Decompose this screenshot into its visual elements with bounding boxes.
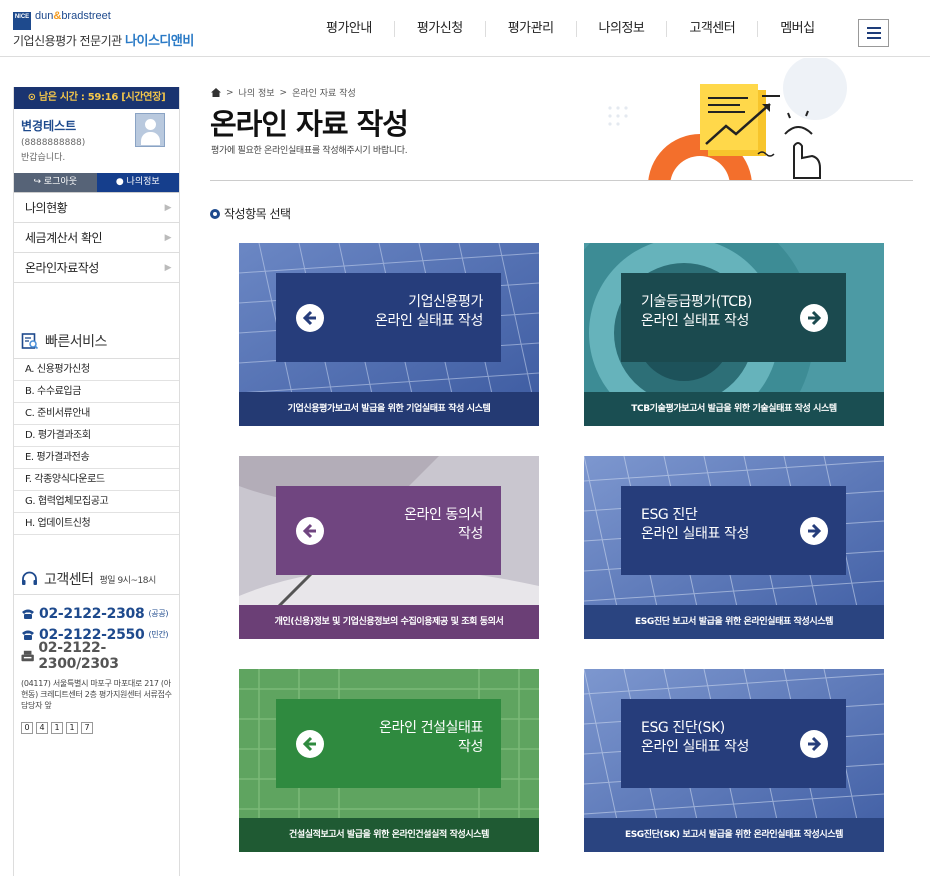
quick-service-title: 빠른서비스: [21, 331, 107, 351]
quick-item-form-download[interactable]: F. 각종양식다운로드: [14, 469, 179, 491]
postal-digit: 1: [66, 722, 78, 734]
logout-button[interactable]: ↪ 로그아웃: [14, 173, 97, 192]
breadcrumb-current: 온라인 자료 작성: [292, 89, 356, 99]
side-menu-online-docs[interactable]: 온라인자료작성 ▶: [14, 253, 179, 283]
divider: [210, 180, 913, 181]
postal-digit: 1: [51, 722, 63, 734]
document-search-icon: [21, 333, 39, 350]
my-info-button[interactable]: ● 나의정보: [96, 173, 179, 192]
side-menu-status[interactable]: 나의현황 ▶: [14, 193, 179, 223]
nice-logo-mark: NICE: [13, 12, 31, 30]
quick-service-list: A. 신용평가신청 B. 수수료입금 C. 준비서류안내 D. 평가결과조회 E…: [14, 358, 179, 535]
postal-digit: 7: [81, 722, 93, 734]
section-heading: 작성항목 선택: [210, 205, 291, 222]
card-esg-diagnosis[interactable]: ESG 진단 온라인 실태표 작성 ESG진단 보고서 발급을 위한 온라인실태표…: [584, 456, 884, 639]
home-icon[interactable]: [211, 88, 221, 97]
radio-dot-icon: [210, 208, 220, 219]
phone-icon: [22, 609, 34, 619]
mailing-address: (04117) 서울특별시 마포구 마포대로 217 (아현동) 크레디트센터 …: [21, 679, 172, 710]
card-title: ESG 진단 온라인 실태표 작성: [641, 507, 749, 542]
card-footer: 기업신용평가보고서 발급을 위한 기업실태표 작성 시스템: [239, 392, 539, 426]
dnb-brand: dun&bradstreet: [35, 10, 111, 22]
nav-eval-manage[interactable]: 평가관리: [486, 20, 577, 37]
postal-digit: 4: [36, 722, 48, 734]
card-credit-evaluation[interactable]: 기업신용평가 온라인 실태표 작성 기업신용평가보고서 발급을 위한 기업실태표 …: [239, 243, 539, 426]
chevron-right-icon: ▶: [164, 263, 172, 273]
nav-eval-guide[interactable]: 평가안내: [304, 20, 395, 37]
card-title: 온라인 동의서 작성: [404, 507, 483, 542]
card-esg-sk-diagnosis[interactable]: ESG 진단(SK) 온라인 실태표 작성 ESG진단(SK) 보고서 발급을 위…: [584, 669, 884, 852]
phone-icon: [22, 630, 34, 640]
side-menu-tax-invoice[interactable]: 세금계산서 확인 ▶: [14, 223, 179, 253]
arrow-right-icon: [800, 730, 828, 758]
breadcrumb-my-info[interactable]: 나의 정보: [239, 86, 275, 99]
breadcrumb-separator: >: [226, 87, 234, 98]
avatar: [135, 113, 165, 147]
quick-item-update-request[interactable]: H. 업데이트신청: [14, 513, 179, 535]
chevron-right-icon: ▶: [164, 233, 172, 243]
card-online-consent[interactable]: 온라인 동의서 작성 개인(신용)정보 및 기업신용정보의 수집이용제공 및 조회…: [239, 456, 539, 639]
customer-center-title: 고객센터 평일 9시~18시: [21, 569, 156, 589]
card-footer: ESG진단 보고서 발급을 위한 온라인실태표 작성시스템: [584, 605, 884, 639]
card-panel: 온라인 동의서 작성: [276, 486, 501, 575]
phone-list: 02-2122-2308 (공공) 02-2122-2550 (민간) 02-212…: [21, 603, 179, 672]
quick-item-required-docs[interactable]: C. 준비서류안내: [14, 403, 179, 425]
nav-eval-apply[interactable]: 평가신청: [395, 20, 486, 37]
divider: [14, 594, 179, 595]
card-title: 기술등급평가(TCB) 온라인 실태표 작성: [641, 294, 752, 329]
breadcrumb: > 나의 정보 > 온라인 자료 작성: [211, 86, 356, 99]
fax-icon: [21, 650, 34, 661]
quick-item-partner-recruit[interactable]: G. 협력업체모집공고: [14, 491, 179, 513]
card-panel: 온라인 건설실태표 작성: [276, 699, 501, 788]
hamburger-icon[interactable]: [858, 19, 889, 47]
breadcrumb-separator: >: [279, 87, 288, 98]
banner-illustration: [608, 58, 847, 180]
card-panel: 기업신용평가 온라인 실태표 작성: [276, 273, 501, 362]
arrow-left-icon: [296, 730, 324, 758]
profile-actions: ↪ 로그아웃 ● 나의정보: [14, 173, 179, 192]
nav-customer-center[interactable]: 고객센터: [667, 20, 759, 37]
card-construction-report[interactable]: 온라인 건설실태표 작성 건설실적보고서 발급을 위한 온라인건설실적 작성시스템: [239, 669, 539, 852]
card-title: 기업신용평가 온라인 실태표 작성: [375, 294, 483, 329]
chevron-right-icon: ▶: [164, 203, 172, 213]
logo-subtitle: 기업신용평가 전문기관 나이스디앤비: [13, 34, 194, 49]
card-panel: ESG 진단 온라인 실태표 작성: [621, 486, 846, 575]
nav-my-info[interactable]: 나의정보: [577, 20, 668, 37]
card-panel: 기술등급평가(TCB) 온라인 실태표 작성: [621, 273, 846, 362]
side-menu: 나의현황 ▶ 세금계산서 확인 ▶ 온라인자료작성 ▶: [14, 192, 179, 283]
quick-item-credit-apply[interactable]: A. 신용평가신청: [14, 359, 179, 381]
arrow-left-icon: [296, 304, 324, 332]
phone-public[interactable]: 02-2122-2308 (공공): [21, 603, 179, 624]
customer-center-hours: 평일 9시~18시: [99, 575, 157, 586]
card-title: 온라인 건설실태표 작성: [379, 720, 483, 755]
arrow-left-icon: [296, 517, 324, 545]
quick-item-fee-payment[interactable]: B. 수수료입금: [14, 381, 179, 403]
page-description: 평가에 필요한 온라인실태표를 작성해주시기 바랍니다.: [211, 146, 408, 156]
card-footer: 건설실적보고서 발급을 위한 온라인건설실적 작성시스템: [239, 818, 539, 852]
headset-icon: [22, 571, 37, 585]
main-nav: 평가안내 평가신청 평가관리 나의정보 고객센터 멤버십: [304, 0, 837, 57]
site-header: NICE dun&bradstreet 기업신용평가 전문기관 나이스디앤비 평…: [0, 0, 930, 57]
page-title: 온라인 자료 작성: [210, 107, 409, 141]
card-footer: TCB기술평가보고서 발급을 위한 기술실태표 작성 시스템: [584, 392, 884, 426]
card-footer: 개인(신용)정보 및 기업신용정보의 수집이용제공 및 조회 동의서: [239, 605, 539, 639]
user-profile: 변경테스트 (8888888888) 반갑습니다.: [14, 109, 179, 173]
session-timer[interactable]: ⊙ 남은 시간 : 59:16 [시간연장]: [14, 87, 179, 109]
fax-number: 02-2122-2300/2303: [21, 640, 179, 672]
postal-code: 0 4 1 1 7: [21, 722, 93, 734]
arrow-right-icon: [800, 517, 828, 545]
card-title: ESG 진단(SK) 온라인 실태표 작성: [641, 720, 749, 755]
postal-digit: 0: [21, 722, 33, 734]
quick-item-result-inquiry[interactable]: D. 평가결과조회: [14, 425, 179, 447]
quick-item-result-send[interactable]: E. 평가결과전송: [14, 447, 179, 469]
site-logo[interactable]: NICE dun&bradstreet 기업신용평가 전문기관 나이스디앤비: [13, 10, 203, 49]
arrow-right-icon: [800, 304, 828, 332]
card-panel: ESG 진단(SK) 온라인 실태표 작성: [621, 699, 846, 788]
card-footer: ESG진단(SK) 보고서 발급을 위한 온라인실태표 작성시스템: [584, 818, 884, 852]
card-tcb-evaluation[interactable]: 기술등급평가(TCB) 온라인 실태표 작성 TCB기술평가보고서 발급을 위한 …: [584, 243, 884, 426]
nav-membership[interactable]: 멤버십: [758, 21, 836, 37]
company-name: 나이스디앤비: [125, 34, 194, 49]
left-sidebar: ⊙ 남은 시간 : 59:16 [시간연장] 변경테스트 (8888888888…: [13, 87, 180, 876]
greeting: 반갑습니다.: [21, 153, 66, 163]
